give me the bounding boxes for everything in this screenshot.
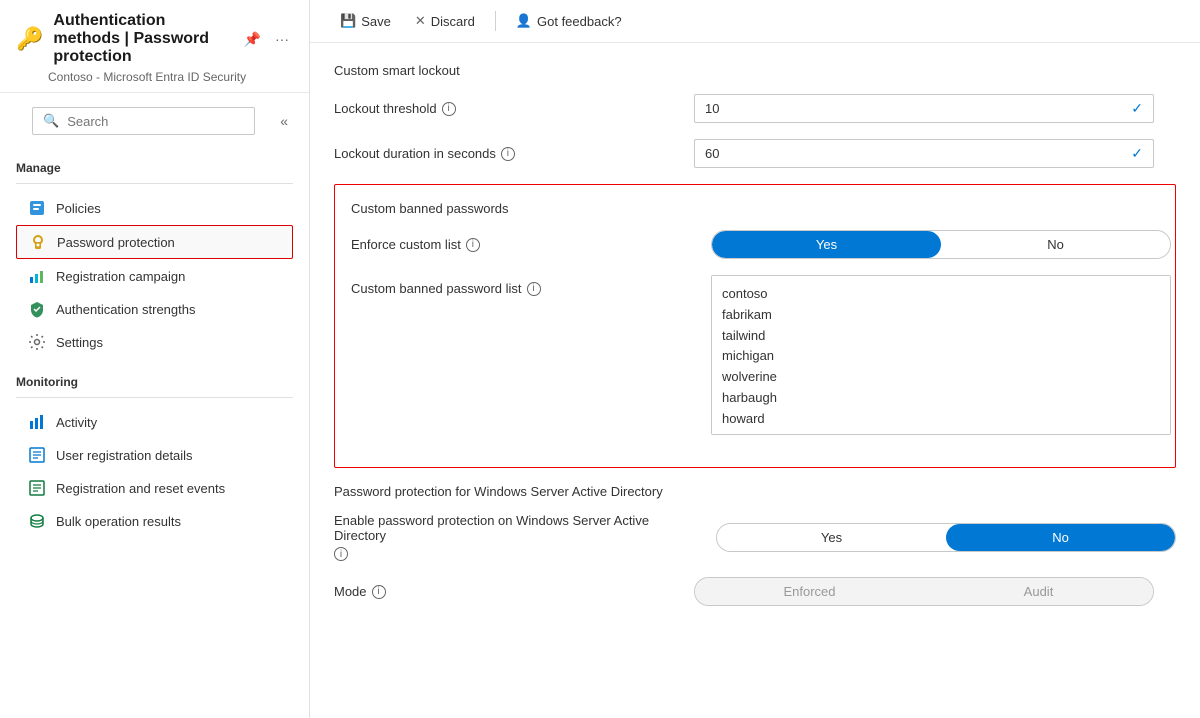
discard-icon: ✕ [415,13,426,29]
mode-row: Mode i Enforced Audit [334,577,1176,606]
search-row: 🔍 « [0,93,309,149]
password-item-harbaugh: harbaugh [722,388,1160,409]
main-content: 💾 Save ✕ Discard 👤 Got feedback? Custom … [310,0,1200,718]
authentication-strengths-label: Authentication strengths [56,302,195,317]
sidebar-item-authentication-strengths[interactable]: Authentication strengths [16,293,293,325]
mode-label: Mode i [334,584,674,599]
feedback-button[interactable]: 👤 Got feedback? [506,8,632,34]
password-item-tailwind: tailwind [722,326,1160,347]
sidebar-item-policies[interactable]: Policies [16,192,293,224]
enforce-info-icon[interactable]: i [466,238,480,252]
password-protection-label: Password protection [57,235,175,250]
banned-passwords-section: Custom banned passwords Enforce custom l… [334,184,1176,468]
enforce-custom-list-row: Enforce custom list i Yes No [351,230,1159,259]
sidebar-item-settings[interactable]: Settings [16,326,293,358]
discard-button[interactable]: ✕ Discard [405,8,485,34]
registration-campaign-icon [28,267,46,285]
lockout-threshold-row: Lockout threshold i 10 ✓ [334,94,1176,123]
policies-icon [28,199,46,217]
lockout-duration-dropdown[interactable]: 60 ✓ [694,139,1154,168]
windows-enable-row: Enable password protection on Windows Se… [334,513,1176,561]
activity-icon [28,413,46,431]
user-registration-icon [28,446,46,464]
save-button[interactable]: 💾 Save [330,8,401,34]
lockout-duration-label: Lockout duration in seconds i [334,146,674,161]
policies-label: Policies [56,201,101,216]
sidebar-header: 🔑 Authentication methods | Password prot… [0,0,309,93]
banned-section-title: Custom banned passwords [351,201,1159,216]
banned-list-info-icon[interactable]: i [527,282,541,296]
activity-label: Activity [56,415,97,430]
mode-info-icon[interactable]: i [372,585,386,599]
key-icon: 🔑 [16,26,43,52]
banned-passwords-textarea[interactable]: contoso fabrikam tailwind michigan wolve… [711,275,1171,435]
more-options-icon[interactable]: ··· [271,29,293,49]
banned-list-label: Custom banned password list i [351,275,691,296]
password-item-michigan: michigan [722,346,1160,367]
page-title: Authentication methods | Password protec… [53,12,229,66]
windows-ad-section: Password protection for Windows Server A… [334,484,1176,606]
password-item-contoso: contoso [722,284,1160,305]
registration-reset-label: Registration and reset events [56,481,225,496]
sidebar-item-registration-reset[interactable]: Registration and reset events [16,472,293,504]
sidebar-item-activity[interactable]: Activity [16,406,293,438]
sidebar-subtitle: Contoso - Microsoft Entra ID Security [48,70,293,84]
mode-enforced-button[interactable]: Enforced [695,578,924,605]
windows-section-title: Password protection for Windows Server A… [334,484,1176,499]
enforce-yes-button[interactable]: Yes [712,231,941,258]
content-area: Custom smart lockout Lockout threshold i… [310,43,1200,642]
bulk-operation-icon [28,512,46,530]
sidebar-item-user-registration[interactable]: User registration details [16,439,293,471]
nav-monitoring-section: Monitoring Activity User registration de… [0,363,309,542]
lockout-threshold-info-icon[interactable]: i [442,102,456,116]
settings-icon [28,333,46,351]
sidebar-item-password-protection[interactable]: Password protection [16,225,293,259]
windows-enable-toggle-group: Yes No [716,523,1176,552]
collapse-sidebar-button[interactable]: « [275,108,293,134]
authentication-strengths-icon [28,300,46,318]
pin-icon[interactable]: 📌 [240,29,265,50]
settings-label: Settings [56,335,103,350]
windows-no-button[interactable]: No [946,524,1175,551]
toolbar: 💾 Save ✕ Discard 👤 Got feedback? [310,0,1200,43]
lockout-threshold-label: Lockout threshold i [334,101,674,116]
feedback-icon: 👤 [516,13,532,29]
sidebar: 🔑 Authentication methods | Password prot… [0,0,310,718]
enforce-no-button[interactable]: No [941,231,1170,258]
bulk-operation-label: Bulk operation results [56,514,181,529]
enforce-custom-list-label: Enforce custom list i [351,237,691,252]
mode-toggle-group: Enforced Audit [694,577,1154,606]
windows-yes-button[interactable]: Yes [717,524,946,551]
password-item-wolverine: wolverine [722,367,1160,388]
windows-enable-info-icon[interactable]: i [334,547,348,561]
search-input[interactable] [67,114,244,129]
manage-label: Manage [16,161,293,175]
lockout-threshold-dropdown[interactable]: 10 ✓ [694,94,1154,123]
save-icon: 💾 [340,13,356,29]
user-registration-label: User registration details [56,448,193,463]
sidebar-item-bulk-operation[interactable]: Bulk operation results [16,505,293,537]
registration-campaign-label: Registration campaign [56,269,185,284]
lockout-threshold-check-icon: ✓ [1131,100,1143,117]
sidebar-item-registration-campaign[interactable]: Registration campaign [16,260,293,292]
nav-manage-section: Manage Policies Password protection [0,149,309,363]
mode-audit-button[interactable]: Audit [924,578,1153,605]
password-item-fabrikam: fabrikam [722,305,1160,326]
banned-list-row: Custom banned password list i contoso fa… [351,275,1159,435]
search-box: 🔍 [32,107,255,135]
enforce-toggle-group: Yes No [711,230,1171,259]
password-item-howard: howard [722,409,1160,430]
search-icon: 🔍 [43,113,59,129]
lockout-duration-row: Lockout duration in seconds i 60 ✓ [334,139,1176,168]
smart-lockout-title: Custom smart lockout [334,63,1176,78]
lockout-duration-info-icon[interactable]: i [501,147,515,161]
password-protection-icon [29,233,47,251]
toolbar-separator [495,11,496,31]
monitoring-label: Monitoring [16,375,293,389]
windows-enable-label: Enable password protection on Windows Se… [334,513,696,561]
registration-reset-icon [28,479,46,497]
lockout-duration-check-icon: ✓ [1131,145,1143,162]
